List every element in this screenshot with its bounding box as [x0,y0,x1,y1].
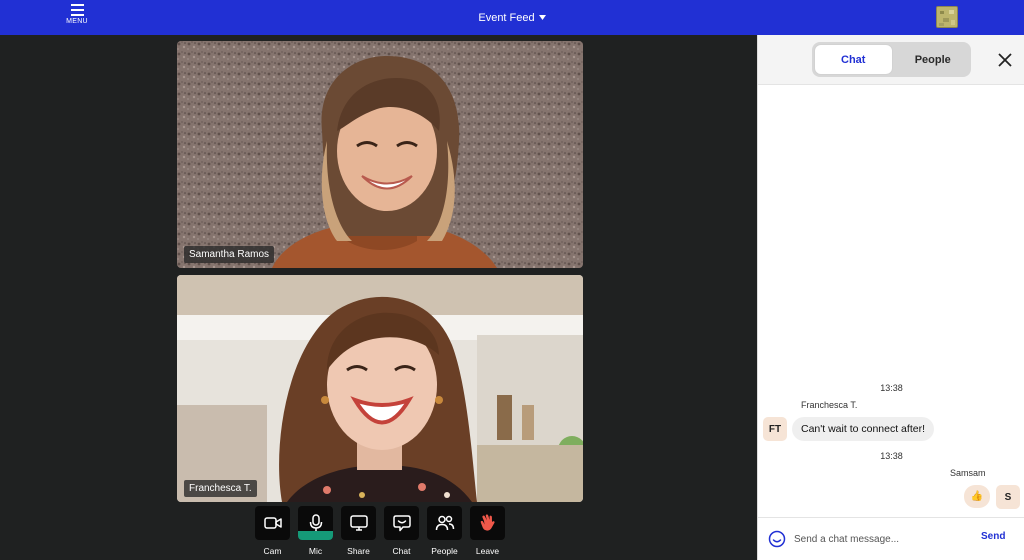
message-sender: Samsam [950,468,986,478]
call-controls: Cam Mic Share Chat People Leave [255,506,505,556]
chat-message-input[interactable] [794,528,974,550]
mic-label: Mic [308,546,323,556]
menu-button[interactable]: MENU [60,4,94,32]
close-icon [998,53,1012,67]
microphone-icon [309,514,322,531]
user-avatar[interactable] [936,6,958,28]
leave-button-face[interactable] [470,506,505,540]
sidebar-header: Chat People [758,35,1024,85]
people-button-face[interactable] [427,506,462,540]
share-button-face[interactable] [341,506,376,540]
leave-button[interactable]: Leave [470,506,505,556]
people-label: People [431,546,458,556]
avatar: S [996,485,1020,509]
camera-icon [263,517,282,529]
video-tile-franchesca[interactable]: Franchesca T. [177,275,583,502]
people-icon [435,515,454,531]
cam-button[interactable]: Cam [255,506,290,556]
chat-sidebar: Chat People 13:38 Franchesca T. FT Can't… [757,35,1024,560]
cam-label: Cam [263,546,282,556]
message-bubble: Can't wait to connect after! [792,417,934,441]
menu-label: MENU [66,18,88,25]
participant-name-tag: Franchesca T. [184,480,257,497]
message-sender: Franchesca T. [801,400,858,410]
close-sidebar-button[interactable] [996,51,1014,69]
chat-label: Chat [392,546,411,556]
send-button[interactable]: Send [981,531,1005,542]
caret-down-icon [538,15,546,20]
hamburger-icon [70,4,84,16]
tab-people[interactable]: People [895,42,972,77]
chat-composer: Send [758,517,1024,560]
leave-label: Leave [475,546,500,556]
participant-video-samantha [177,41,583,268]
participant-name-tag: Samantha Ramos [184,246,275,263]
screen-share-icon [349,515,368,531]
avatar-pattern-icon [937,7,957,27]
chat-button-face[interactable] [384,506,419,540]
participant-video-franchesca [177,275,583,502]
event-feed-title: Event Feed [478,11,535,24]
event-feed-dropdown[interactable]: Event Feed [478,11,546,24]
video-tile-samantha[interactable]: Samantha Ramos [177,41,583,268]
share-button[interactable]: Share [341,506,376,556]
sidebar-tab-switcher: Chat People [812,42,971,77]
chat-bubble-icon [392,514,411,531]
avatar: FT [763,417,787,441]
emoji-button[interactable] [768,530,786,548]
message-reaction: 👍 [964,485,990,508]
share-label: Share [347,546,370,556]
wave-hand-icon [480,514,495,531]
mic-button[interactable]: Mic [298,506,333,556]
cam-button-face[interactable] [255,506,290,540]
chat-button[interactable]: Chat [384,506,419,556]
people-button[interactable]: People [427,506,462,556]
mic-button-face[interactable] [298,506,333,540]
smiley-icon [768,530,786,548]
top-bar: MENU Event Feed [0,0,1024,35]
message-timestamp: 13:38 [880,451,903,461]
message-timestamp: 13:38 [880,383,903,393]
tab-chat[interactable]: Chat [814,44,893,75]
